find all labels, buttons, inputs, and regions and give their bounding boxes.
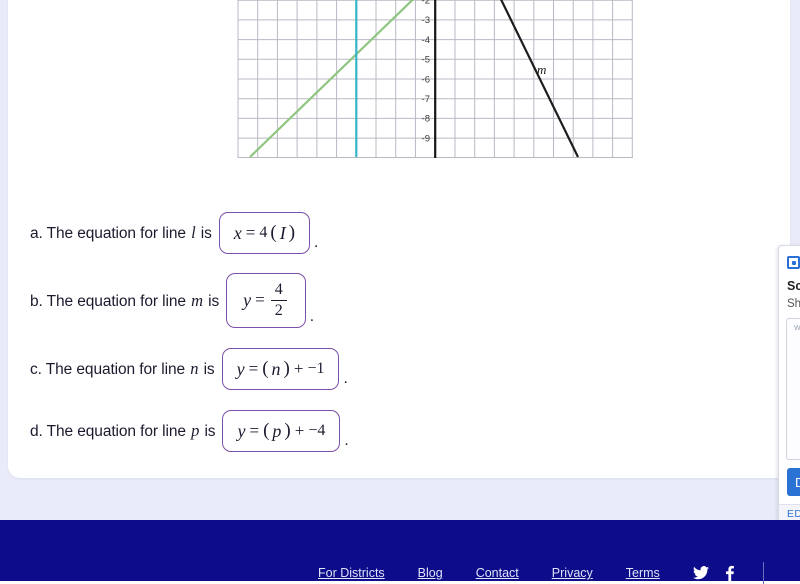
- answer-b-math: y = 4 2: [243, 280, 289, 320]
- answer-c-open-paren: (: [262, 358, 269, 379]
- question-b-text: b. The equation for line m is: [30, 291, 219, 311]
- question-d-suffix: is: [204, 423, 216, 440]
- graph-line-m-label: m: [537, 62, 546, 77]
- answer-b-lhs: y: [243, 289, 252, 310]
- question-c-line-name: n: [190, 359, 199, 378]
- question-a-line-name: l: [191, 223, 196, 242]
- question-b-prefix: b. The equation for line: [30, 292, 186, 310]
- answer-a-math: x = 4 ( I ): [234, 222, 295, 244]
- side-panel-field-label: Wri: [794, 325, 800, 332]
- answer-box-d[interactable]: y = ( p ) + −4: [222, 410, 341, 452]
- question-d-text: d. The equation for line p is: [30, 421, 216, 441]
- answer-a-equals: =: [245, 223, 256, 242]
- question-c-suffix: is: [203, 361, 215, 378]
- side-panel-primary-button[interactable]: D: [787, 468, 800, 496]
- question-b-suffix: is: [208, 292, 220, 310]
- footer-link-terms[interactable]: Terms: [626, 566, 660, 580]
- side-panel-widget[interactable]: Scr Sho Wri D ED: [778, 245, 800, 523]
- answer-box-a[interactable]: x = 4 ( I ): [218, 212, 311, 254]
- answer-d-open-paren: (: [263, 420, 270, 441]
- y-tick-label: -5: [422, 55, 430, 66]
- side-panel-textarea[interactable]: Wri: [786, 318, 800, 460]
- question-c-period: .: [343, 370, 348, 387]
- question-c: c. The equation for line n is y = ( n ) …: [30, 348, 348, 390]
- y-tick-label: -4: [422, 35, 430, 46]
- answer-b-equals: =: [255, 290, 265, 310]
- answer-c-math: y = ( n ) + −1: [237, 358, 325, 380]
- answer-a-lhs: x: [233, 222, 242, 243]
- page-root: -2 -3 -4 -5 -6 -7 -8 -9 m a. The equatio…: [0, 0, 800, 584]
- y-tick-label: -7: [422, 94, 430, 105]
- answer-d-equals: =: [249, 421, 260, 440]
- answer-b-denominator: 2: [274, 302, 283, 320]
- y-tick-label: -3: [422, 15, 430, 26]
- question-b-line-name: m: [191, 290, 203, 310]
- answer-a-close-paren: ): [288, 222, 296, 243]
- coordinate-graph: -2 -3 -4 -5 -6 -7 -8 -9 m: [230, 0, 635, 161]
- answer-a-variable: I: [279, 222, 286, 243]
- side-panel-subtitle: Sho: [787, 298, 800, 310]
- question-a-suffix: is: [200, 225, 212, 242]
- answer-b-fraction: 4 2: [270, 280, 287, 320]
- side-panel-title: Scr: [787, 279, 800, 293]
- question-d-prefix: d. The equation for line: [30, 423, 186, 440]
- content-card: -2 -3 -4 -5 -6 -7 -8 -9 m a. The equatio…: [8, 0, 790, 478]
- answer-d-plus: +: [294, 421, 305, 440]
- answer-c-lhs: y: [236, 358, 245, 379]
- question-a-text: a. The equation for line l is: [30, 223, 212, 243]
- answer-box-c[interactable]: y = ( n ) + −1: [221, 348, 340, 390]
- question-a-period: .: [314, 234, 319, 251]
- y-tick-label: -2: [422, 0, 430, 7]
- answer-d-constant: −4: [308, 422, 326, 439]
- answer-d-close-paren: ): [284, 420, 291, 441]
- side-panel-footer-label[interactable]: ED: [787, 508, 800, 520]
- answer-a-coefficient: 4: [259, 224, 268, 241]
- question-d-period: .: [344, 432, 349, 449]
- question-d-line-name: p: [191, 421, 200, 440]
- answer-c-plus: +: [293, 359, 304, 378]
- question-a-prefix: a. The equation for line: [30, 225, 186, 242]
- footer-link-for-districts[interactable]: For Districts: [318, 566, 385, 580]
- answer-c-equals: =: [248, 359, 259, 378]
- answer-d-variable: p: [272, 420, 282, 441]
- site-footer: For Districts Blog Contact Privacy Terms: [0, 520, 800, 584]
- answer-c-close-paren: ): [283, 358, 290, 379]
- facebook-icon[interactable]: [725, 565, 735, 581]
- answer-c-constant: −1: [307, 360, 325, 377]
- answer-box-b[interactable]: y = 4 2: [226, 273, 306, 328]
- question-a: a. The equation for line l is x = 4 ( I …: [30, 212, 318, 254]
- y-tick-label: -9: [422, 133, 430, 144]
- answer-c-variable: n: [271, 358, 281, 379]
- footer-link-contact[interactable]: Contact: [476, 566, 519, 580]
- question-b-period: .: [309, 308, 315, 325]
- graph-svg: -2 -3 -4 -5 -6 -7 -8 -9 m: [237, 0, 633, 158]
- answer-d-math: y = ( p ) + −4: [237, 420, 325, 442]
- question-c-prefix: c. The equation for line: [30, 361, 185, 378]
- footer-link-privacy[interactable]: Privacy: [552, 566, 593, 580]
- screen-record-icon: [787, 256, 800, 269]
- footer-link-blog[interactable]: Blog: [418, 566, 443, 580]
- answer-a-open-paren: (: [270, 222, 277, 243]
- twitter-icon[interactable]: [692, 566, 709, 580]
- answer-b-numerator: 4: [274, 280, 283, 298]
- question-b: b. The equation for line m is y = 4 2 .: [30, 273, 314, 328]
- answer-d-lhs: y: [237, 420, 246, 441]
- y-tick-label: -8: [422, 114, 430, 125]
- question-c-text: c. The equation for line n is: [30, 359, 215, 379]
- y-tick-label: -6: [422, 74, 430, 85]
- left-gutter-strip: [0, 0, 8, 520]
- question-d: d. The equation for line p is y = ( p ) …: [30, 410, 349, 452]
